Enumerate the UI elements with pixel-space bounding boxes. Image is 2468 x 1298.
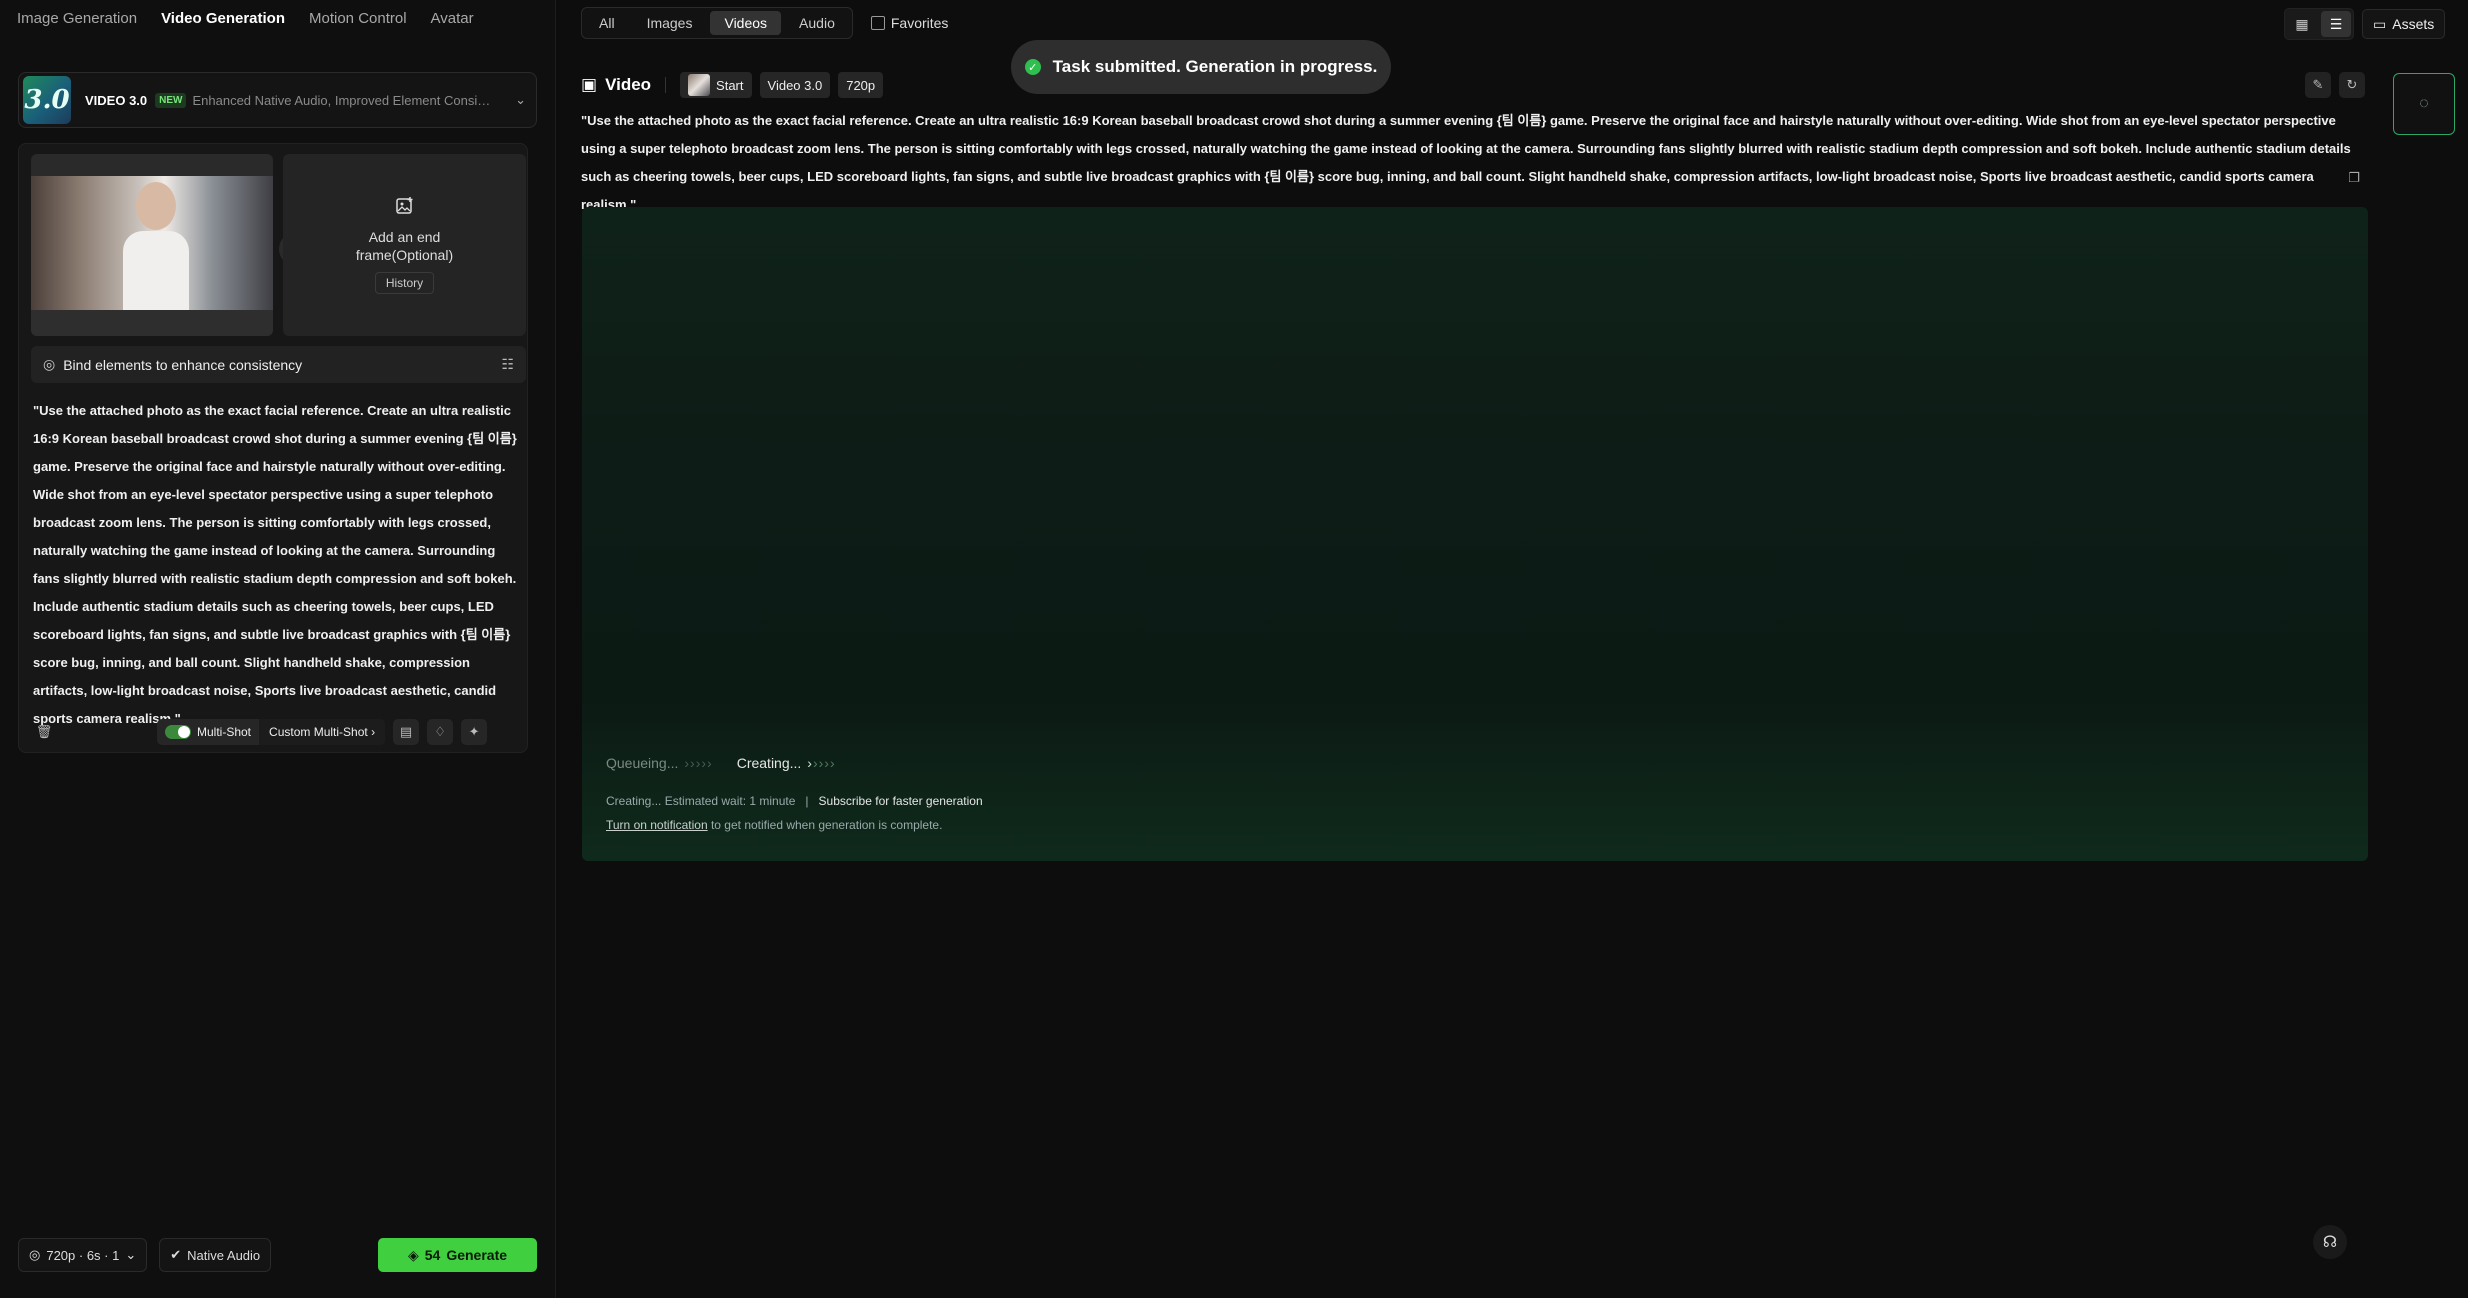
model-selector[interactable]: 3.0 VIDEO 3.0 NEW Enhanced Native Audio,… <box>18 72 537 128</box>
copy-icon[interactable]: ❐ <box>2344 168 2364 188</box>
check-circle-icon: ✓ <box>1024 59 1041 75</box>
queueing-step: Queueing... ››››› <box>606 755 713 771</box>
notify-info: Turn on notification to get notified whe… <box>606 818 942 832</box>
regenerate-icon[interactable]: ↻ <box>2339 72 2365 98</box>
multi-shot-toggle[interactable]: Multi-Shot Custom Multi-Shot › <box>157 719 386 745</box>
model-name: VIDEO 3.0 <box>85 92 148 108</box>
filter-bar: All Images Videos Audio Favorites <box>581 7 948 39</box>
wait-info: Creating... Estimated wait: 1 minute | S… <box>606 794 983 808</box>
loading-thumbnail[interactable]: ◌ <box>2393 73 2455 135</box>
favorites-label: Favorites <box>890 15 949 31</box>
magic-icon[interactable]: ✦ <box>461 719 488 745</box>
grid-view-icon[interactable]: ▦ <box>2287 11 2317 37</box>
trash-icon[interactable]: 🗑 <box>31 719 57 745</box>
generation-preview: Queueing... ››››› Creating... ››››› Creati… <box>582 207 2368 861</box>
video-title: ▣ Video <box>581 75 651 95</box>
toast-message: Task submitted. Generation in progress. <box>1052 57 1378 76</box>
view-switcher: ▦ ☰ <box>2284 8 2354 40</box>
generation-tabs: Image Generation Video Generation Motion… <box>17 10 474 27</box>
multi-shot-label: Multi-Shot <box>197 725 252 739</box>
model-description: Enhanced Native Audio, Improved Element … <box>192 92 493 108</box>
spinner-icon: ◌ <box>2419 95 2429 112</box>
check-icon: ✔ <box>170 1247 182 1262</box>
custom-multi-shot-button[interactable]: Custom Multi-Shot › <box>259 719 386 745</box>
start-frame-thumbnail[interactable] <box>31 154 273 336</box>
tab-motion-control[interactable]: Motion Control <box>309 10 407 27</box>
prompt-toolbar: 🗑 Multi-Shot Custom Multi-Shot › ▤ ♢ ✦ <box>31 719 526 745</box>
model-logo: 3.0 <box>23 76 71 124</box>
generate-label: Generate <box>446 1247 508 1263</box>
start-frame-bar <box>31 310 273 336</box>
video-prompt-text: "Use the attached photo as the exact fac… <box>581 113 2351 212</box>
resolution-chip: 720p <box>838 72 884 98</box>
video-icon: ▣ <box>581 75 598 94</box>
video-actions: ✎ ↻ <box>2305 72 2365 98</box>
native-audio-toggle[interactable]: ✔ Native Audio <box>159 1238 272 1272</box>
add-image-icon <box>395 196 415 222</box>
assets-label: Assets <box>2392 16 2435 32</box>
bulb-icon[interactable]: ♢ <box>427 719 454 745</box>
bind-elements-row[interactable]: ◎ Bind elements to enhance consistency ☷ <box>31 346 526 383</box>
start-label: Start <box>716 77 744 93</box>
start-thumb <box>688 74 711 96</box>
divider <box>665 77 667 93</box>
model-chip: Video 3.0 <box>759 72 831 98</box>
filter-all[interactable]: All <box>585 11 629 35</box>
chevron-down-icon: ⌄ <box>515 92 526 107</box>
end-frame-upload[interactable]: Add an end frame(Optional) History <box>283 154 526 336</box>
favorites-filter[interactable]: Favorites <box>870 15 949 31</box>
edit-icon[interactable]: ✎ <box>2305 72 2331 98</box>
chevron-down-icon: ⌄ <box>125 1247 137 1262</box>
prompt-textarea[interactable]: "Use the attached photo as the exact fac… <box>33 397 523 733</box>
sliders-icon[interactable]: ☷ <box>501 356 514 373</box>
folder-icon: ▭ <box>2373 15 2387 32</box>
start-frame-image <box>31 176 273 310</box>
creating-label: Creating... <box>736 755 802 771</box>
filter-videos[interactable]: Videos <box>710 11 782 35</box>
settings-value: 720p · 6s · 1 <box>46 1247 120 1263</box>
favorites-checkbox[interactable] <box>870 16 885 30</box>
input-card: ⇋ Add an end frame(Optional) History ◎ B… <box>18 143 528 753</box>
progress-steps: Queueing... ››››› Creating... ››››› <box>606 755 836 771</box>
wait-text: Creating... Estimated wait: 1 minute <box>606 794 796 808</box>
video-title-text: Video <box>605 75 652 94</box>
end-frame-label: Add an end frame(Optional) <box>355 229 454 263</box>
custom-multi-shot-label: Custom Multi-Shot <box>269 725 368 739</box>
tab-video-generation[interactable]: Video Generation <box>161 10 285 27</box>
bottom-bar: ◎ 720p · 6s · 1 ⌄ ✔ Native Audio ◈ 54 Gener… <box>18 1238 537 1272</box>
native-audio-label: Native Audio <box>187 1247 261 1263</box>
credit-count: 54 <box>424 1247 441 1263</box>
toast-notification: ✓ Task submitted. Generation in progress… <box>1011 40 1391 94</box>
video-header: ▣ Video Start Video 3.0 720p <box>581 71 884 99</box>
settings-icon: ◎ <box>29 1247 41 1262</box>
support-icon[interactable]: ☊ <box>2313 1225 2347 1259</box>
assets-button[interactable]: ▭ Assets <box>2362 9 2446 39</box>
settings-dropdown[interactable]: ◎ 720p · 6s · 1 ⌄ <box>18 1238 148 1272</box>
history-button[interactable]: History <box>374 272 435 294</box>
credit-icon: ◈ <box>407 1246 419 1263</box>
list-view-icon[interactable]: ☰ <box>2321 11 2351 37</box>
media-filter: All Images Videos Audio <box>581 7 853 39</box>
left-panel: Image Generation Video Generation Motion… <box>0 0 556 1298</box>
view-tools: ▦ ☰ ▭ Assets <box>2284 8 2446 40</box>
new-badge: NEW <box>155 92 187 108</box>
bind-elements-label: Bind elements to enhance consistency <box>63 356 303 373</box>
creating-step: Creating... ››››› <box>737 755 836 771</box>
subscribe-link[interactable]: Subscribe for faster generation <box>819 794 983 808</box>
tab-image-generation[interactable]: Image Generation <box>17 10 137 27</box>
toggle-switch[interactable] <box>165 725 191 739</box>
save-icon[interactable]: ▤ <box>393 719 420 745</box>
create-arrows: ››››› <box>807 755 836 771</box>
queue-arrows: ››››› <box>684 755 713 771</box>
queueing-label: Queueing... <box>606 755 679 771</box>
divider: | <box>805 794 809 808</box>
tab-avatar[interactable]: Avatar <box>431 10 474 27</box>
filter-images[interactable]: Images <box>633 11 707 35</box>
bind-icon: ◎ <box>43 356 56 372</box>
generate-button[interactable]: ◈ 54 Generate <box>378 1238 537 1272</box>
start-frame-chip[interactable]: Start <box>680 72 752 98</box>
filter-audio[interactable]: Audio <box>785 11 849 35</box>
notify-text: to get notified when generation is compl… <box>707 818 943 832</box>
turn-on-notification-link[interactable]: Turn on notification <box>606 818 708 832</box>
